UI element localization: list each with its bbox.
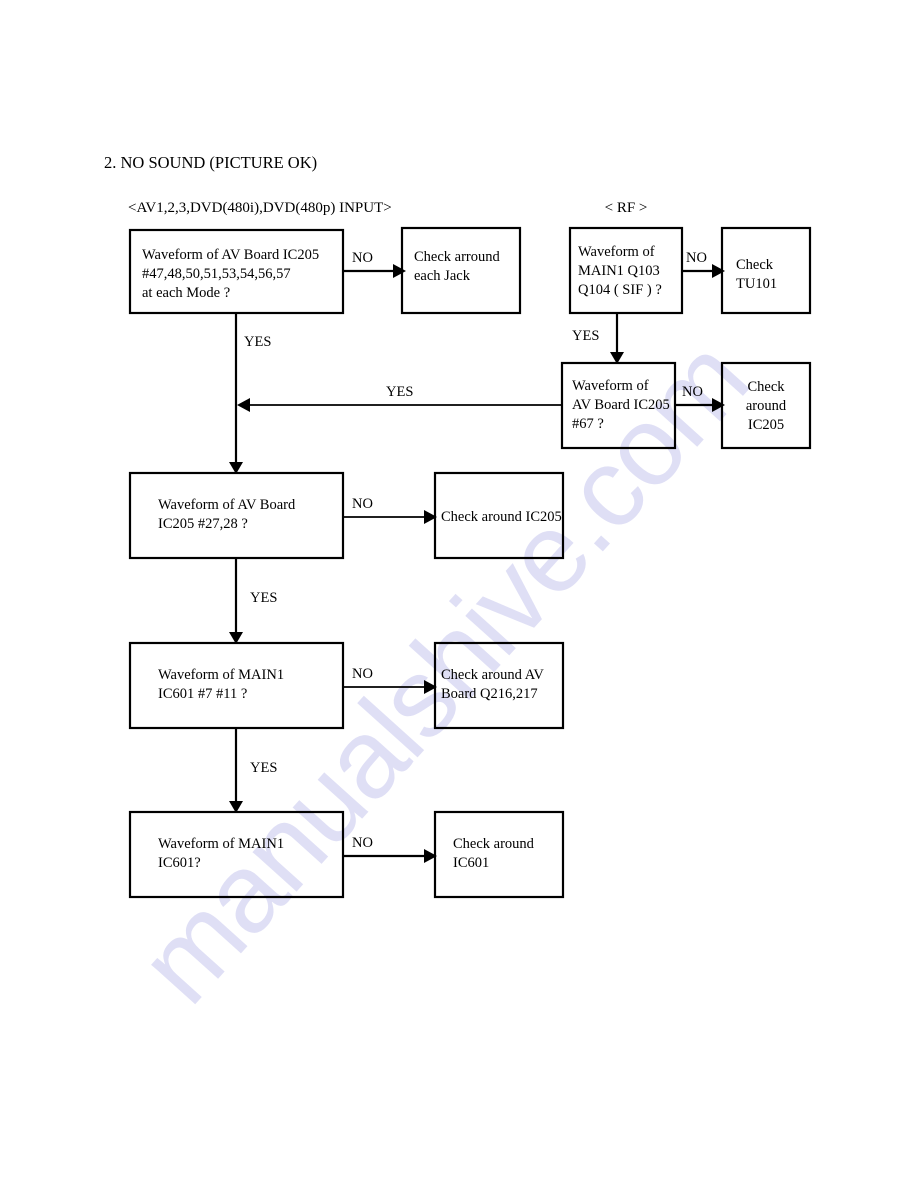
group-label-rf: < RF > (605, 200, 648, 216)
box-main1-ic601-pins-line-2: IC601 #7 #11 ? (158, 686, 247, 702)
box-check-av-board-q216-line-2: Board Q216,217 (441, 686, 538, 702)
page-title: 2. NO SOUND (PICTURE OK) (104, 153, 317, 172)
arrowhead-yes-join (237, 398, 250, 412)
box-check-around-ic205-line-1: Check around IC205 (441, 509, 562, 525)
edge-label-no-rf: NO (686, 250, 707, 266)
box-main1-ic601-line-2: IC601? (158, 855, 201, 871)
box-ic205-67-line-1: Waveform of (572, 378, 649, 394)
edge-label-yes-ic601: YES (250, 760, 277, 776)
box-check-av-board-q216-line-1: Check around AV (441, 667, 544, 683)
edge-label-no-av: NO (352, 250, 373, 266)
box-av-waveform-check-line-2: #47,48,50,51,53,54,56,57 (142, 266, 291, 282)
box-main1-ic601-pins-line-1: Waveform of MAIN1 (158, 667, 284, 683)
box-check-around-ic601-line-1: Check around (453, 836, 535, 852)
edge-label-no-2728: NO (352, 496, 373, 512)
box-check-around-ic205-right-line-2: around (746, 398, 787, 414)
box-check-around-ic205-right-line-3: IC205 (748, 417, 784, 433)
box-check-tu101-line-1: Check (736, 257, 774, 273)
box-ic205-67-line-3: #67 ? (572, 416, 604, 432)
edge-label-yes-av: YES (244, 334, 271, 350)
box-ic205-67-line-2: AV Board IC205 (572, 397, 670, 413)
document-page: manualshive.com 2. NO SOUND (PICTURE OK)… (0, 0, 918, 1188)
edge-label-no-ic601-pins: NO (352, 666, 373, 682)
box-rf-waveform-check-line-3: Q104 ( SIF ) ? (578, 282, 662, 298)
box-check-tu101-line-2: TU101 (736, 276, 777, 292)
box-rf-waveform-check-line-2: MAIN1 Q103 (578, 263, 660, 279)
box-rf-waveform-check-line-1: Waveform of (578, 244, 655, 260)
box-ic205-2728-line-2: IC205 #27,28 ? (158, 516, 248, 532)
edge-label-yes-join: YES (386, 384, 413, 400)
edge-label-yes-2728: YES (250, 590, 277, 606)
edge-label-no-ic601: NO (352, 835, 373, 851)
flowchart: 2. NO SOUND (PICTURE OK) <AV1,2,3,DVD(48… (104, 153, 812, 899)
edge-label-yes-rf: YES (572, 328, 599, 344)
box-ic205-2728-line-1: Waveform of AV Board (158, 497, 296, 513)
box-main1-ic601-line-1: Waveform of MAIN1 (158, 836, 284, 852)
box-av-waveform-check-line-1: Waveform of AV Board IC205 (142, 247, 319, 263)
group-label-av-input: <AV1,2,3,DVD(480i),DVD(480p) INPUT> (128, 200, 392, 216)
box-check-each-jack-line-2: each Jack (414, 268, 471, 284)
edge-label-no-67: NO (682, 384, 703, 400)
box-check-each-jack-line-1: Check arround (414, 249, 501, 265)
box-check-around-ic205-right-line-1: Check (747, 379, 785, 395)
box-av-waveform-check-line-3: at each Mode ? (142, 285, 230, 301)
box-check-around-ic601-line-2: IC601 (453, 855, 489, 871)
